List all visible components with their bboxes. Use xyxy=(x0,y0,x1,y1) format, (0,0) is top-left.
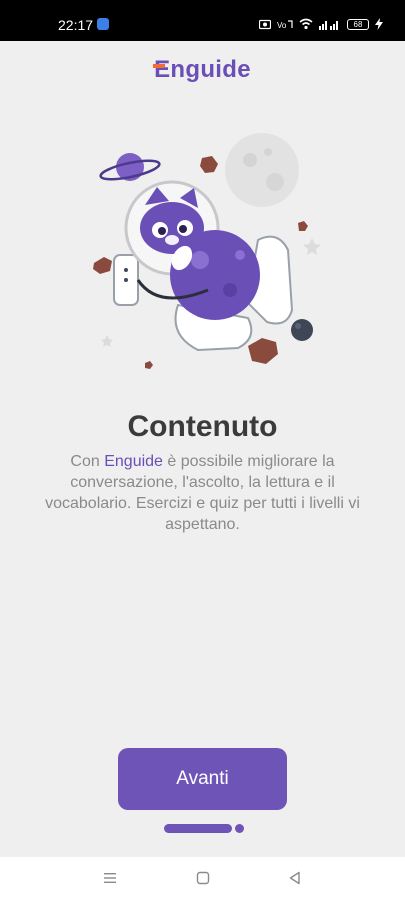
logo-accent-bar xyxy=(153,64,165,68)
astronaut-cat-illustration xyxy=(93,133,321,369)
volte-icon: Vo xyxy=(277,19,293,30)
back-icon[interactable] xyxy=(287,870,303,886)
battery-icon: 68 xyxy=(347,18,369,30)
page-description: Con Enguide è possibile migliorare la co… xyxy=(40,451,365,535)
next-button[interactable]: Avanti xyxy=(118,748,287,810)
page-indicator xyxy=(164,824,244,833)
app-logo: Enguide xyxy=(0,56,405,84)
navigation-bar xyxy=(0,857,405,899)
screenshot-icon xyxy=(259,19,271,29)
signal-icon xyxy=(319,21,338,30)
page-indicator-dot xyxy=(235,824,244,833)
logo-text: Enguide xyxy=(154,56,251,83)
page-title: Contenuto xyxy=(127,410,278,443)
page-indicator-active xyxy=(164,824,232,833)
home-icon[interactable] xyxy=(195,870,211,886)
description-brand: Enguide xyxy=(104,453,163,470)
menu-icon[interactable] xyxy=(102,870,118,886)
app-notification-icon xyxy=(97,18,109,30)
description-prefix: Con xyxy=(70,453,105,470)
status-time: 22:17 xyxy=(58,17,94,33)
status-icons: Vo 68 xyxy=(259,16,383,32)
wifi-icon xyxy=(299,18,313,30)
charging-icon xyxy=(375,18,383,30)
svg-text:Vo: Vo xyxy=(277,21,287,30)
status-bar: 22:17 Vo 68 xyxy=(0,0,405,41)
